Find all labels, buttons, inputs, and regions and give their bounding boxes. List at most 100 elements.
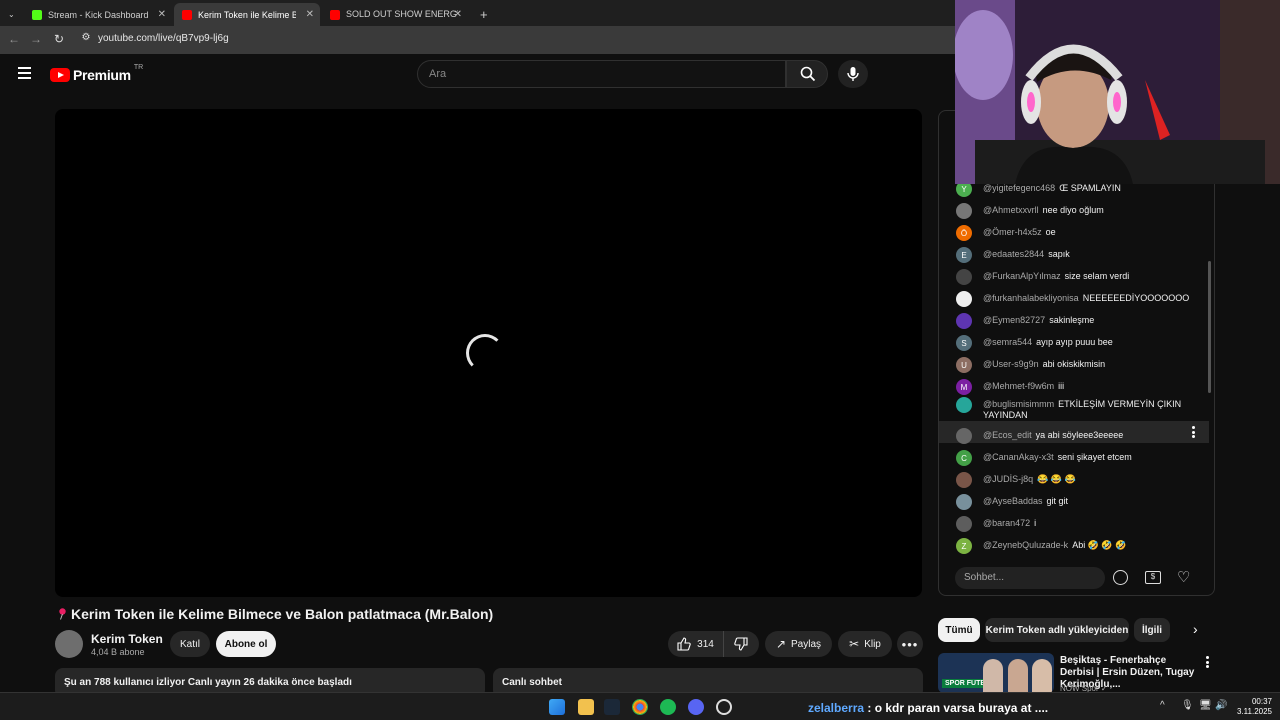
network-icon[interactable]: 🖥 <box>1199 700 1212 711</box>
chat-message-body: abi okiskikmisin <box>1042 359 1106 369</box>
microphone-icon[interactable]: 🎙 <box>1181 700 1194 711</box>
back-icon[interactable]: ← <box>6 32 22 46</box>
chrome-icon[interactable] <box>632 699 648 715</box>
chat-avatar[interactable] <box>956 428 972 444</box>
chat-avatar[interactable] <box>956 516 972 532</box>
close-icon[interactable]: ✕ <box>454 9 462 20</box>
chat-message-body: sapık <box>1048 249 1070 259</box>
share-button[interactable]: ↗ Paylaş <box>765 631 832 657</box>
chat-avatar[interactable]: M <box>956 379 972 395</box>
youtube-icon <box>182 9 192 20</box>
more-actions-button[interactable]: ••• <box>897 631 923 657</box>
chat-username[interactable]: @baran472 <box>983 518 1030 528</box>
chat-text: @Ecos_edit ya abi söyleee3eeeee <box>983 430 1203 441</box>
app-icon[interactable] <box>716 699 732 715</box>
video-player[interactable] <box>55 109 922 597</box>
chat-avatar[interactable]: Ö <box>956 225 972 241</box>
chat-username[interactable]: @edaates2844 <box>983 249 1044 259</box>
more-vertical-icon[interactable] <box>1206 656 1210 668</box>
chat-scrollbar[interactable] <box>1208 261 1211 393</box>
clip-button[interactable]: ✂ Klip <box>838 631 892 657</box>
chat-avatar[interactable] <box>956 397 972 413</box>
chat-text: @Ömer-h4x5z oe <box>983 227 1203 238</box>
chip-all[interactable]: Tümü <box>938 618 980 642</box>
chat-message-body: ayıp ayıp puuu bee <box>1036 337 1113 347</box>
chat-text: @JUDİS-j8q 😂 😂 😂 <box>983 474 1203 485</box>
chat-username[interactable]: @AyseBaddas <box>983 496 1043 506</box>
chat-username[interactable]: @FurkanAlpYılmaz <box>983 271 1061 281</box>
chip-related[interactable]: İlgili <box>1134 618 1170 642</box>
chat-username[interactable]: @buglismisimmm <box>983 399 1054 409</box>
chat-message-list[interactable]: Y @yigitefegenc468 Œ SPAMLAYIN @Ahmetxxvrll… <box>939 181 1209 556</box>
heart-icon[interactable]: ♡ <box>1177 568 1190 586</box>
chat-username[interactable]: @User-s9g9n <box>983 359 1039 369</box>
like-button[interactable]: 314 <box>668 631 724 657</box>
chat-username[interactable]: @yigitefegenc468 <box>983 183 1055 193</box>
subscribe-button[interactable]: Abone ol <box>216 631 276 657</box>
url-field[interactable]: youtube.com/live/qB7vp9-lj6g <box>98 33 229 44</box>
chat-avatar[interactable] <box>956 269 972 285</box>
chat-username[interactable]: @Ahmetxxvrll <box>983 205 1039 215</box>
youtube-premium-logo[interactable]: Premium TR <box>50 64 143 83</box>
chat-username[interactable]: @Eymen82727 <box>983 315 1045 325</box>
chat-avatar[interactable] <box>956 203 972 219</box>
channel-avatar[interactable] <box>55 630 83 658</box>
system-clock[interactable]: 00:37 3.11.2025 <box>1232 697 1272 717</box>
chat-username[interactable]: @Ömer-h4x5z <box>983 227 1042 237</box>
chat-text: @buglismisimmm ETKİLEŞİM VERMEYİN ÇIKIN Y… <box>983 399 1203 421</box>
spotify-icon[interactable] <box>660 699 676 715</box>
chat-avatar[interactable]: Z <box>956 538 972 554</box>
forward-icon[interactable]: → <box>28 32 44 46</box>
chat-username[interactable]: @furkanhalabekliyonisa <box>983 293 1079 303</box>
chevron-right-icon[interactable]: › <box>1193 621 1198 637</box>
chat-avatar[interactable] <box>956 472 972 488</box>
tab-kick-dashboard[interactable]: Stream - Kick Dashboard ✕ <box>24 3 172 26</box>
chat-text: @baran472 i <box>983 518 1203 529</box>
emoji-icon[interactable] <box>1113 570 1128 585</box>
chat-username[interactable]: @CananAkay-x3t <box>983 452 1054 462</box>
chat-avatar[interactable] <box>956 291 972 307</box>
reload-icon[interactable]: ↻ <box>51 32 67 46</box>
chat-message-body: 😂 😂 😂 <box>1037 474 1076 484</box>
super-chat-icon[interactable]: $ <box>1145 571 1161 584</box>
chat-username[interactable]: @semra544 <box>983 337 1032 347</box>
chat-username[interactable]: @Mehmet-f9w6m <box>983 381 1054 391</box>
clip-label: Klip <box>864 638 881 650</box>
close-icon[interactable]: ✕ <box>158 9 166 20</box>
chat-username[interactable]: @ZeynebQuluzade-k <box>983 540 1068 550</box>
chat-avatar[interactable] <box>956 313 972 329</box>
steam-icon[interactable] <box>604 699 620 715</box>
volume-icon[interactable]: 🔊 <box>1215 700 1227 711</box>
thumbs-down-icon <box>734 637 748 651</box>
chat-avatar[interactable]: S <box>956 335 972 351</box>
menu-icon[interactable] <box>18 67 31 79</box>
tab-list-button[interactable]: ⌄ <box>2 3 22 26</box>
search-button[interactable] <box>786 60 828 88</box>
tab-kerim-token[interactable]: Kerim Token ile Kelime Bilme ✕ <box>174 3 320 26</box>
chat-username[interactable]: @JUDİS-j8q <box>983 474 1033 484</box>
windows-start-icon[interactable] <box>549 699 565 715</box>
recommended-thumbnail[interactable]: SPOR FUTBOL <box>938 653 1054 693</box>
watching-info: Şu an 788 kullanıcı izliyor Canlı yayın … <box>64 677 352 688</box>
tab-sold-out[interactable]: SOLD OUT SHOW ENERGY 🎤 🌞 ✕ <box>322 3 468 26</box>
voice-search-button[interactable] <box>838 60 868 88</box>
chat-avatar[interactable]: U <box>956 357 972 373</box>
channel-name[interactable]: Kerim Token <box>91 632 163 646</box>
file-explorer-icon[interactable] <box>578 699 594 715</box>
search-input[interactable]: Ara <box>417 60 786 88</box>
microphone-icon <box>847 67 859 81</box>
chip-uploader[interactable]: Kerim Token adlı yükleyiciden <box>985 618 1129 642</box>
dislike-button[interactable] <box>724 631 759 657</box>
site-info-icon[interactable]: ⚙ <box>78 32 94 43</box>
webcam-overlay <box>955 0 1280 184</box>
chat-avatar[interactable] <box>956 494 972 510</box>
chat-avatar[interactable]: C <box>956 450 972 466</box>
chat-username[interactable]: @Ecos_edit <box>983 430 1032 440</box>
chat-input[interactable]: Sohbet... <box>955 567 1105 589</box>
close-icon[interactable]: ✕ <box>306 9 314 20</box>
chat-avatar[interactable]: E <box>956 247 972 263</box>
chevron-up-icon[interactable]: ^ <box>1160 700 1165 711</box>
discord-icon[interactable] <box>688 699 704 715</box>
new-tab-button[interactable]: + <box>472 3 492 26</box>
join-button[interactable]: Katıl <box>170 631 210 657</box>
